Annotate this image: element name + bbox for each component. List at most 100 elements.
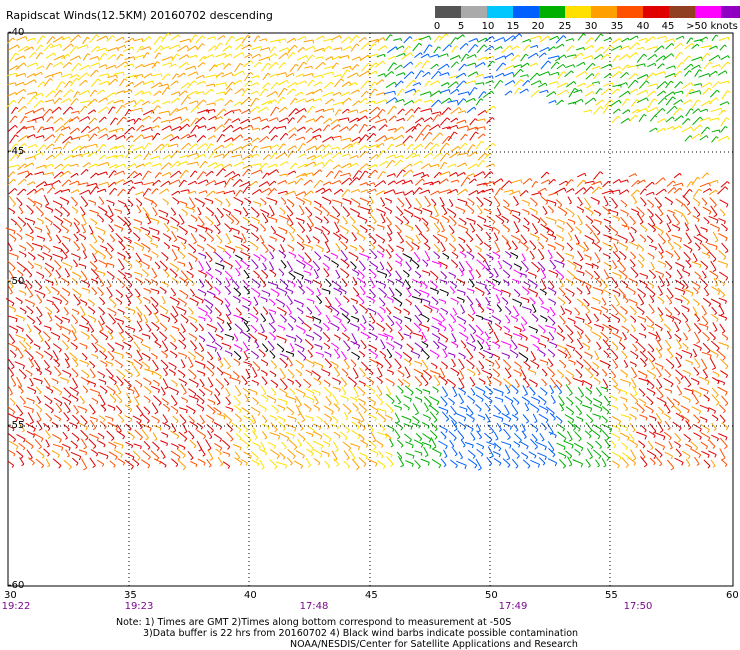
wind-barb	[55, 269, 62, 277]
wind-barb-flag	[358, 170, 362, 173]
wind-barb	[241, 232, 247, 242]
wind-barb	[449, 55, 460, 60]
wind-barb	[258, 56, 269, 62]
wind-barb	[108, 170, 115, 179]
wind-barb	[315, 244, 324, 250]
wind-barb-flag	[468, 91, 470, 96]
wind-barb-flag	[463, 328, 467, 332]
wind-barb	[8, 252, 19, 257]
wind-barb	[612, 289, 621, 295]
wind-barb-flag	[214, 102, 216, 106]
wind-barb	[25, 233, 34, 239]
wind-barb	[262, 172, 268, 179]
wind-barb	[385, 154, 395, 159]
wind-barb-flag	[266, 136, 270, 140]
wind-barb	[437, 63, 448, 71]
wind-barb-flag	[464, 110, 467, 114]
wind-barb	[682, 195, 691, 204]
wind-barb-flag	[243, 241, 247, 244]
wind-barb-flag	[590, 276, 594, 280]
wind-barb-flag	[643, 113, 647, 117]
wind-barb	[718, 314, 727, 319]
wind-barb-flag	[194, 134, 197, 138]
wind-barb-flag	[204, 256, 207, 260]
wind-barb-flag	[679, 173, 682, 176]
wind-barb-flag	[652, 36, 656, 40]
wind-barb	[204, 197, 213, 202]
wind-barb	[150, 125, 159, 130]
wind-barb-flag	[479, 242, 484, 246]
wind-barb	[529, 207, 538, 213]
wind-barb	[467, 313, 475, 320]
wind-barb-flag	[192, 294, 195, 297]
wind-barb-flag	[185, 203, 188, 207]
wind-barb-flag	[508, 180, 513, 184]
wind-barb-flag	[168, 101, 171, 104]
wind-barb	[386, 173, 395, 177]
wind-barb-flag	[122, 170, 126, 175]
wind-barb-flag	[498, 320, 502, 325]
wind-barb-flag	[374, 188, 377, 192]
wind-barb-flag	[525, 275, 527, 278]
wind-barb-flag	[536, 62, 539, 66]
wind-barb-flag	[659, 293, 663, 296]
wind-barb	[99, 330, 109, 338]
wind-barb	[466, 173, 474, 177]
wind-barb	[96, 143, 104, 153]
wind-barb-flag	[643, 53, 648, 57]
wind-barb	[423, 222, 430, 231]
wind-barb-flag	[133, 56, 136, 61]
wind-barb-flag	[265, 275, 269, 279]
wind-barb-flag	[427, 174, 430, 177]
wind-barb	[316, 295, 323, 303]
wind-barb	[432, 152, 441, 160]
wind-barb	[189, 322, 198, 330]
wind-barb	[626, 286, 636, 293]
wind-barb	[654, 197, 662, 206]
wind-barb	[621, 37, 629, 43]
wind-barb	[720, 80, 729, 84]
wind-barb-flag	[487, 303, 490, 306]
wind-barb-flag	[394, 97, 398, 102]
wind-barb-flag	[211, 88, 214, 92]
wind-barb	[349, 216, 356, 223]
wind-barb-flag	[304, 98, 307, 103]
wind-barb	[595, 99, 603, 106]
wind-barb-flag	[356, 162, 359, 167]
wind-barb-flag	[599, 221, 602, 225]
wind-barb-flag	[403, 53, 406, 57]
wind-barb	[233, 208, 242, 213]
wind-barb-flag	[661, 274, 665, 278]
wind-barb	[34, 226, 43, 231]
wind-barb-flag	[293, 133, 297, 137]
wind-barb-flag	[500, 46, 503, 50]
wind-barb-flag	[716, 180, 719, 184]
wind-barb	[47, 232, 53, 240]
wind-barb-flag	[668, 221, 672, 225]
wind-barb-flag	[453, 222, 457, 227]
wind-barb	[600, 88, 610, 96]
wind-barb-flag	[563, 71, 567, 74]
wind-barb	[442, 44, 450, 52]
wind-barb	[429, 80, 439, 86]
wind-barb	[513, 195, 519, 205]
wind-barb	[324, 56, 332, 61]
wind-barb	[161, 125, 171, 131]
wind-barb	[286, 260, 293, 271]
wind-barb	[529, 62, 537, 67]
wind-barb-flag	[452, 320, 457, 324]
wind-barb-flag	[456, 61, 459, 64]
wind-barb-flag	[633, 291, 636, 296]
wind-barb-flag	[626, 330, 630, 334]
wind-barb	[44, 74, 53, 79]
wind-barb	[457, 224, 469, 230]
wind-barb-flag	[529, 39, 532, 43]
wind-barb-flag	[554, 220, 557, 225]
wind-barb-flag	[510, 90, 513, 94]
wind-barb	[223, 53, 231, 59]
wind-barb	[331, 62, 337, 69]
wind-barb	[612, 215, 620, 220]
wind-barb	[53, 303, 60, 312]
wind-barb-flag	[166, 202, 169, 206]
wind-barb-flag	[465, 43, 469, 46]
